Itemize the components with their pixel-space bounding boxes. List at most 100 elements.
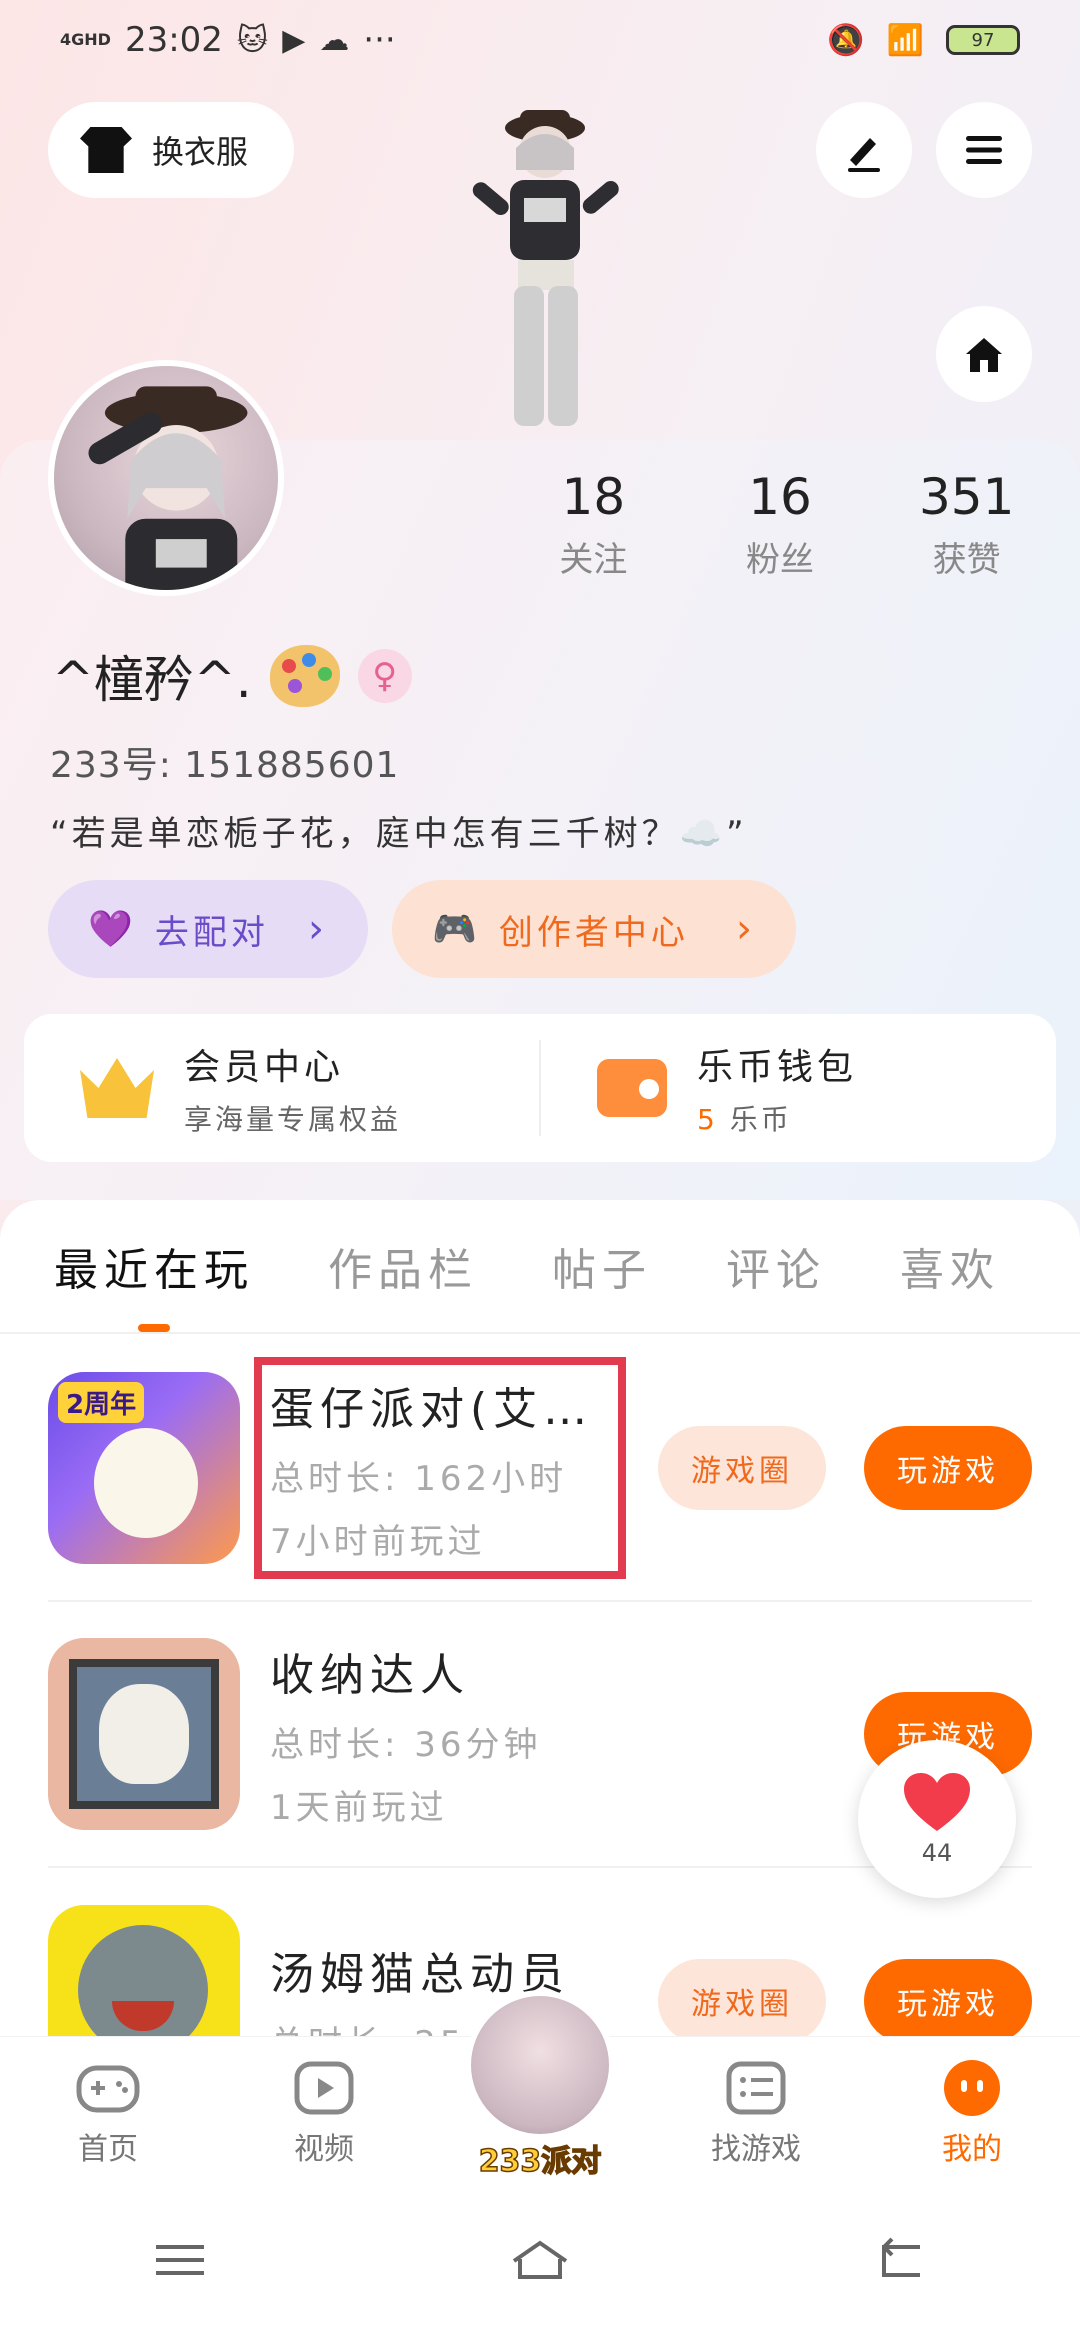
change-outfit-button[interactable]: 换衣服 bbox=[48, 102, 294, 198]
tab-comments[interactable]: 评论 bbox=[726, 1234, 826, 1298]
wallet-icon bbox=[597, 1059, 667, 1117]
change-outfit-label: 换衣服 bbox=[152, 133, 249, 171]
creator-center-label: 创作者中心 bbox=[498, 912, 689, 953]
fans-count: 16 bbox=[748, 468, 812, 526]
game-circle-button[interactable]: 游戏圈 bbox=[658, 1959, 826, 2040]
nav-home-label: 首页 bbox=[78, 2132, 138, 2167]
likes-count: 351 bbox=[918, 468, 1015, 526]
pair-label: 去配对 bbox=[154, 912, 269, 953]
tab-likes[interactable]: 喜欢 bbox=[900, 1234, 1000, 1298]
game-icon-storage-master bbox=[48, 1638, 240, 1830]
back-icon[interactable] bbox=[870, 2235, 930, 2285]
nav-mine[interactable]: 我的 bbox=[897, 2058, 1047, 2168]
nav-find-game-label: 找游戏 bbox=[711, 2132, 801, 2167]
eggy-figure bbox=[94, 1428, 198, 1538]
play-icon bbox=[294, 2061, 354, 2115]
avatar-portrait bbox=[88, 386, 248, 590]
pen-icon bbox=[848, 138, 880, 172]
game-duration: 总时长: 36分钟 bbox=[270, 1725, 542, 1765]
home-scene-button[interactable] bbox=[936, 306, 1032, 402]
chevron-right-icon: › bbox=[308, 906, 328, 952]
wallet-balance: 5 乐币 bbox=[697, 1098, 857, 1138]
mute-icon: 🔕 bbox=[827, 22, 865, 58]
crown-icon bbox=[80, 1058, 154, 1118]
member-wallet-card: 会员中心 享海量专属权益 乐币钱包 5 乐币 bbox=[24, 1014, 1056, 1162]
fans-label: 粉丝 bbox=[746, 540, 814, 580]
cat-picture bbox=[69, 1659, 219, 1809]
cloud-notification-icon: ☁ bbox=[319, 22, 350, 58]
game-icon-talking-tom bbox=[48, 1905, 240, 2040]
profile-tabs: 最近在玩 作品栏 帖子 评论 喜欢 bbox=[0, 1200, 1080, 1334]
vip-title: 会员中心 bbox=[184, 1047, 345, 1088]
more-notifications: ··· bbox=[363, 20, 396, 60]
game-title: 蛋仔派对(艾… bbox=[270, 1384, 594, 1435]
user-id[interactable]: 233号: 151885601 bbox=[50, 736, 399, 788]
shirt-icon bbox=[80, 127, 132, 173]
stat-likes[interactable]: 351 获赞 bbox=[873, 468, 1060, 581]
network-indicator: 4GHD bbox=[60, 30, 111, 49]
game-info-highlighted: 蛋仔派对(艾… 总时长: 162小时 7小时前玩过 bbox=[254, 1357, 626, 1579]
gamepad-icon: 🎮 bbox=[432, 909, 481, 950]
system-nav-bar bbox=[0, 2180, 1080, 2340]
game-title: 收纳达人 bbox=[270, 1650, 470, 1701]
tab-works[interactable]: 作品栏 bbox=[328, 1234, 478, 1298]
username: ^橦矜^. bbox=[52, 651, 252, 709]
avatar-character[interactable] bbox=[440, 100, 650, 440]
game-icon-eggy-party: 2周年 bbox=[48, 1372, 240, 1564]
nav-233-party[interactable]: 233派对 bbox=[460, 1990, 620, 2180]
profile-face-icon bbox=[944, 2060, 1000, 2116]
heart-icon bbox=[904, 1773, 970, 1831]
game-last-played: 1天前玩过 bbox=[270, 1788, 448, 1828]
vip-subtitle: 享海量专属权益 bbox=[184, 1103, 402, 1136]
likes-label: 获赞 bbox=[932, 540, 1001, 580]
wifi-icon: 📶 bbox=[886, 22, 924, 58]
user-bio: “若是单恋栀子花，庭中怎有三千树？☁️” bbox=[50, 814, 748, 854]
gamepad-icon bbox=[76, 2065, 140, 2113]
wallet-amount: 5 bbox=[697, 1103, 718, 1136]
list-icon bbox=[726, 2061, 786, 2115]
menu-button[interactable] bbox=[936, 102, 1032, 198]
floating-like-button[interactable]: 44 bbox=[858, 1740, 1016, 1898]
hamburger-icon bbox=[966, 136, 1002, 164]
stat-following[interactable]: 18 关注 bbox=[500, 468, 687, 581]
tab-posts[interactable]: 帖子 bbox=[552, 1234, 652, 1298]
tab-recent-played[interactable]: 最近在玩 bbox=[54, 1234, 254, 1332]
following-count: 18 bbox=[561, 468, 626, 526]
nav-home[interactable]: 首页 bbox=[33, 2058, 183, 2168]
game-info: 收纳达人 总时长: 36分钟 1天前玩过 bbox=[270, 1639, 610, 1829]
like-count: 44 bbox=[921, 1839, 953, 1867]
nav-find-game[interactable]: 找游戏 bbox=[681, 2058, 831, 2168]
nav-video-label: 视频 bbox=[294, 2132, 354, 2167]
edit-button[interactable] bbox=[816, 102, 912, 198]
recents-icon[interactable] bbox=[150, 2235, 210, 2285]
nav-mine-label: 我的 bbox=[942, 2132, 1002, 2167]
profile-avatar[interactable] bbox=[48, 360, 284, 596]
username-row: ^橦矜^. ♀ bbox=[52, 640, 412, 712]
home-icon[interactable] bbox=[510, 2235, 570, 2285]
following-label: 关注 bbox=[559, 540, 628, 580]
battery-indicator: 97 bbox=[946, 25, 1020, 55]
stat-fans[interactable]: 16 粉丝 bbox=[687, 468, 874, 581]
play-game-button[interactable]: 玩游戏 bbox=[864, 1959, 1032, 2040]
chevron-right-icon: › bbox=[736, 906, 756, 952]
page: 4GHD 23:02 🐱 ▶ ☁ ··· 🔕 📶 97 换衣服 18 关注 16… bbox=[0, 0, 1080, 2340]
anniversary-badge: 2周年 bbox=[58, 1382, 145, 1423]
female-icon: ♀ bbox=[357, 649, 412, 703]
list-item[interactable]: 2周年 蛋仔派对(艾… 总时长: 162小时 7小时前玩过 游戏圈 玩游戏 bbox=[48, 1336, 1032, 1602]
pair-button[interactable]: 💜 去配对 › bbox=[48, 880, 368, 978]
heart-icon: 💜 bbox=[88, 909, 137, 950]
status-time: 23:02 bbox=[124, 20, 223, 60]
game-circle-button[interactable]: 游戏圈 bbox=[658, 1426, 826, 1510]
creator-center-button[interactable]: 🎮 创作者中心 › bbox=[392, 880, 796, 978]
game-last-played: 7小时前玩过 bbox=[270, 1522, 486, 1562]
game-duration: 总时长: 162小时 bbox=[270, 1459, 568, 1499]
profile-stats: 18 关注 16 粉丝 351 获赞 bbox=[500, 468, 1060, 581]
party-avatar bbox=[465, 1990, 615, 2140]
nav-video[interactable]: 视频 bbox=[249, 2058, 399, 2168]
cat-notification-icon: 🐱 bbox=[236, 22, 269, 58]
house-icon bbox=[966, 338, 1002, 372]
play-game-button[interactable]: 玩游戏 bbox=[864, 1426, 1032, 1510]
wallet[interactable]: 乐币钱包 5 乐币 bbox=[541, 1014, 1056, 1162]
vip-center[interactable]: 会员中心 享海量专属权益 bbox=[24, 1014, 539, 1162]
content-panel: 最近在玩 作品栏 帖子 评论 喜欢 2周年 蛋仔派对(艾… 总时长: 162小时… bbox=[0, 1200, 1080, 2040]
